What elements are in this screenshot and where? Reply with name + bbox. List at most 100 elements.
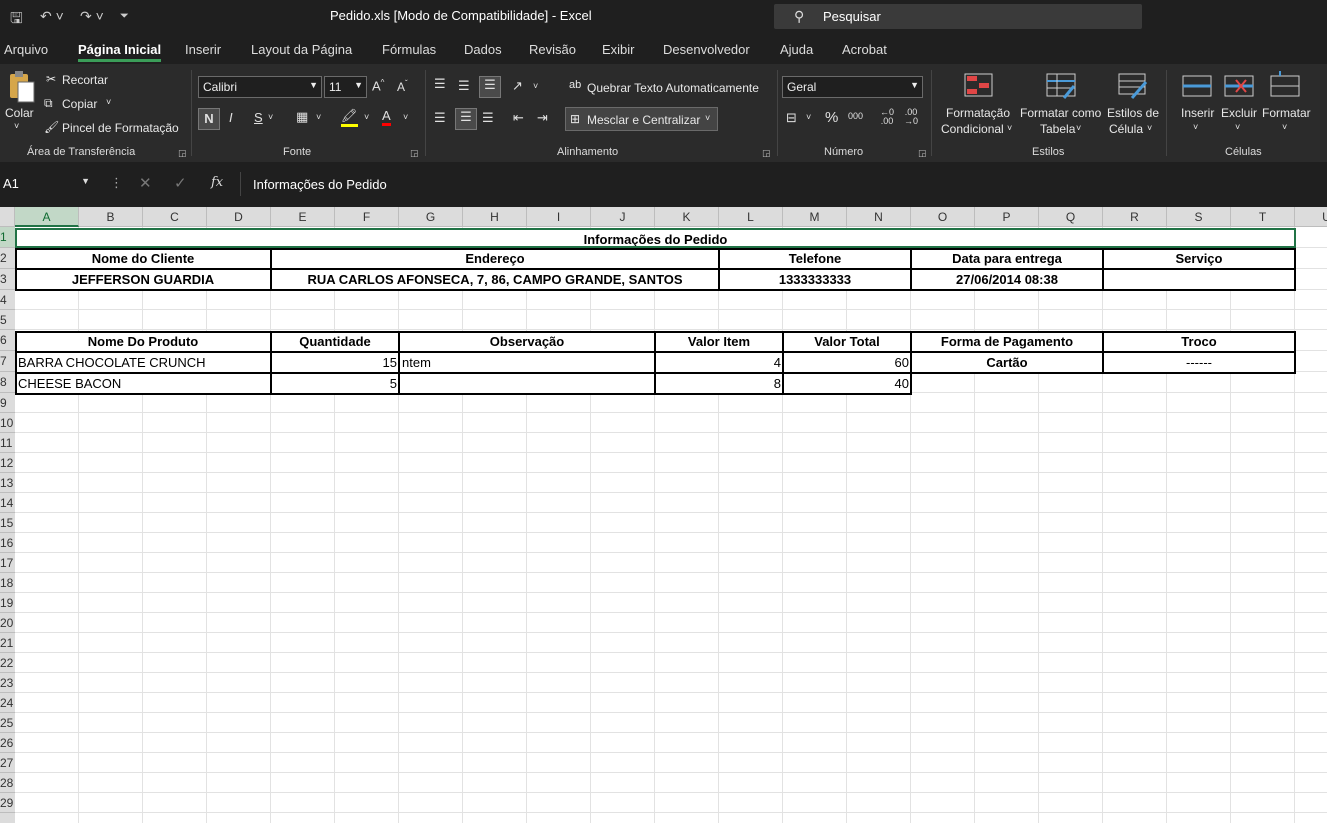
column-header-u[interactable]: U — [1295, 207, 1327, 227]
row-header-24[interactable]: 24 — [0, 693, 15, 713]
conditional-formatting-button[interactable]: Formatação — [946, 106, 1010, 120]
column-header-t[interactable]: T — [1231, 207, 1295, 227]
row-header-10[interactable]: 10 — [0, 413, 15, 433]
item1-forma-pagamento[interactable]: Cartão — [911, 352, 1103, 373]
fill-color-icon[interactable]: 🖍 — [341, 108, 358, 127]
header-nome-produto[interactable]: Nome Do Produto — [15, 331, 271, 352]
percent-icon[interactable]: % — [825, 109, 838, 126]
header-forma-pagamento[interactable]: Forma de Pagamento — [911, 331, 1103, 352]
column-header-e[interactable]: E — [271, 207, 335, 227]
formula-input[interactable]: Informações do Pedido — [240, 172, 1327, 196]
decrease-decimal-icon[interactable]: .00 →0 — [904, 108, 918, 126]
more-options-icon[interactable]: ⋮ — [110, 175, 123, 191]
underline-button[interactable]: S — [254, 110, 263, 125]
row-header-8[interactable]: 8 — [0, 372, 15, 393]
row-header-1[interactable]: 1 — [0, 227, 15, 248]
shrink-font-icon[interactable]: Aˇ — [397, 79, 408, 94]
undo-icon[interactable]: ↶ ˅ — [40, 8, 64, 25]
format-painter-button[interactable]: Pincel de Formatação — [62, 121, 179, 135]
enter-icon[interactable]: ✓ — [174, 174, 187, 192]
value-endereco[interactable]: RUA CARLOS AFONSECA, 7, 86, CAMPO GRANDE… — [271, 269, 719, 290]
item2-valor-total[interactable]: 40 — [783, 373, 911, 394]
tab-pagina-inicial[interactable]: Página Inicial — [78, 42, 162, 62]
row-header-19[interactable]: 19 — [0, 593, 15, 613]
row-header-21[interactable]: 21 — [0, 633, 15, 653]
column-header-c[interactable]: C — [143, 207, 207, 227]
item1-valor-total[interactable]: 60 — [783, 352, 911, 373]
row-header-25[interactable]: 25 — [0, 713, 15, 733]
align-bottom-icon[interactable]: ☰ — [479, 76, 501, 98]
fill-chevron-icon[interactable]: ˅ — [364, 112, 369, 122]
column-header-l[interactable]: L — [719, 207, 783, 227]
save-icon[interactable]: 🖫 — [10, 8, 23, 33]
increase-decimal-icon[interactable]: ←0.00 — [880, 108, 894, 126]
column-header-k[interactable]: K — [655, 207, 719, 227]
paste-button[interactable]: Colar — [5, 106, 34, 120]
header-nome-cliente[interactable]: Nome do Cliente — [15, 248, 271, 269]
row-header-7[interactable]: 7 — [0, 351, 15, 372]
merge-center-button[interactable]: ⊞ Mesclar e Centralizar ˅ — [565, 107, 718, 131]
copy-chevron-icon[interactable]: ˅ — [106, 97, 111, 107]
row-header-18[interactable]: 18 — [0, 573, 15, 593]
font-color-chevron-icon[interactable]: ˅ — [403, 112, 408, 122]
worksheet-grid[interactable]: ABCDEFGHIJKLMNOPQRSTU 1 2 3 4 5 6 7 8 9 10 11 12 13 1… — [0, 207, 1327, 823]
cell-a1-title[interactable]: Informações do Pedido — [15, 228, 1296, 248]
header-valor-item[interactable]: Valor Item — [655, 331, 783, 352]
font-name-dropdown[interactable]: Calibri ▼ — [198, 76, 322, 98]
value-data-entrega[interactable]: 27/06/2014 08:38 — [911, 269, 1103, 290]
tab-exibir[interactable]: Exibir — [602, 42, 635, 57]
accounting-chevron-icon[interactable]: ˅ — [806, 112, 811, 122]
value-servico[interactable] — [1103, 269, 1295, 290]
column-header-j[interactable]: J — [591, 207, 655, 227]
row-header-9[interactable]: 9 — [0, 393, 15, 413]
cell-styles-button[interactable]: Estilos de — [1107, 106, 1159, 120]
cut-button[interactable]: Recortar — [62, 73, 108, 87]
cancel-icon[interactable]: ✕ — [139, 174, 152, 192]
font-launcher-icon[interactable]: ◲ — [410, 148, 419, 159]
tab-layout[interactable]: Layout da Página — [251, 42, 352, 57]
item1-observacao[interactable]: ntem — [402, 352, 655, 373]
column-header-a[interactable]: A — [15, 207, 79, 227]
select-all-corner[interactable] — [0, 207, 15, 227]
grow-font-icon[interactable]: A^ — [372, 78, 384, 93]
column-header-s[interactable]: S — [1167, 207, 1231, 227]
clipboard-launcher-icon[interactable]: ◲ — [178, 148, 187, 159]
row-header-2[interactable]: 2 — [0, 248, 15, 269]
item2-produto[interactable]: CHEESE BACON — [18, 373, 271, 394]
delete-cells-button[interactable]: Excluir — [1221, 106, 1257, 120]
row-header-6[interactable]: 6 — [0, 330, 15, 351]
row-header-15[interactable]: 15 — [0, 513, 15, 533]
tab-arquivo[interactable]: Arquivo — [4, 42, 48, 57]
row-header-27[interactable]: 27 — [0, 753, 15, 773]
align-center-icon[interactable]: ☰ — [455, 108, 477, 130]
paste-icon[interactable] — [6, 70, 36, 104]
orientation-chevron-icon[interactable]: ˅ — [533, 81, 538, 91]
insert-function-icon[interactable]: fx — [211, 175, 223, 190]
row-header-29[interactable]: 29 — [0, 793, 15, 813]
font-size-dropdown[interactable]: 11 ▼ — [324, 76, 367, 98]
number-format-dropdown[interactable]: Geral ▼ — [782, 76, 923, 98]
decrease-indent-icon[interactable]: ⇤ — [513, 110, 524, 126]
number-launcher-icon[interactable]: ◲ — [918, 148, 927, 159]
row-header-14[interactable]: 14 — [0, 493, 15, 513]
search-box[interactable]: ⚲ Pesquisar — [774, 4, 1142, 29]
tab-desenvolvedor[interactable]: Desenvolvedor — [663, 42, 750, 57]
customize-toolbar-icon[interactable]: ⏷ — [120, 10, 129, 23]
column-header-f[interactable]: F — [335, 207, 399, 227]
borders-icon[interactable]: ▦ — [296, 109, 308, 125]
column-header-h[interactable]: H — [463, 207, 527, 227]
accounting-format-icon[interactable]: ⊟ — [786, 110, 797, 126]
item1-quantidade[interactable]: 15 — [271, 352, 399, 373]
item2-valor-item[interactable]: 8 — [655, 373, 783, 394]
borders-chevron-icon[interactable]: ˅ — [316, 112, 321, 122]
column-header-d[interactable]: D — [207, 207, 271, 227]
item1-produto[interactable]: BARRA CHOCOLATE CRUNCH — [18, 352, 271, 373]
redo-icon[interactable]: ↷ ˅ — [80, 8, 104, 25]
column-header-m[interactable]: M — [783, 207, 847, 227]
format-cells-button[interactable]: Formatar — [1262, 106, 1311, 120]
row-header-13[interactable]: 13 — [0, 473, 15, 493]
header-data-entrega[interactable]: Data para entrega — [911, 248, 1103, 269]
tab-acrobat[interactable]: Acrobat — [842, 42, 887, 57]
column-header-g[interactable]: G — [399, 207, 463, 227]
header-servico[interactable]: Serviço — [1103, 248, 1295, 269]
